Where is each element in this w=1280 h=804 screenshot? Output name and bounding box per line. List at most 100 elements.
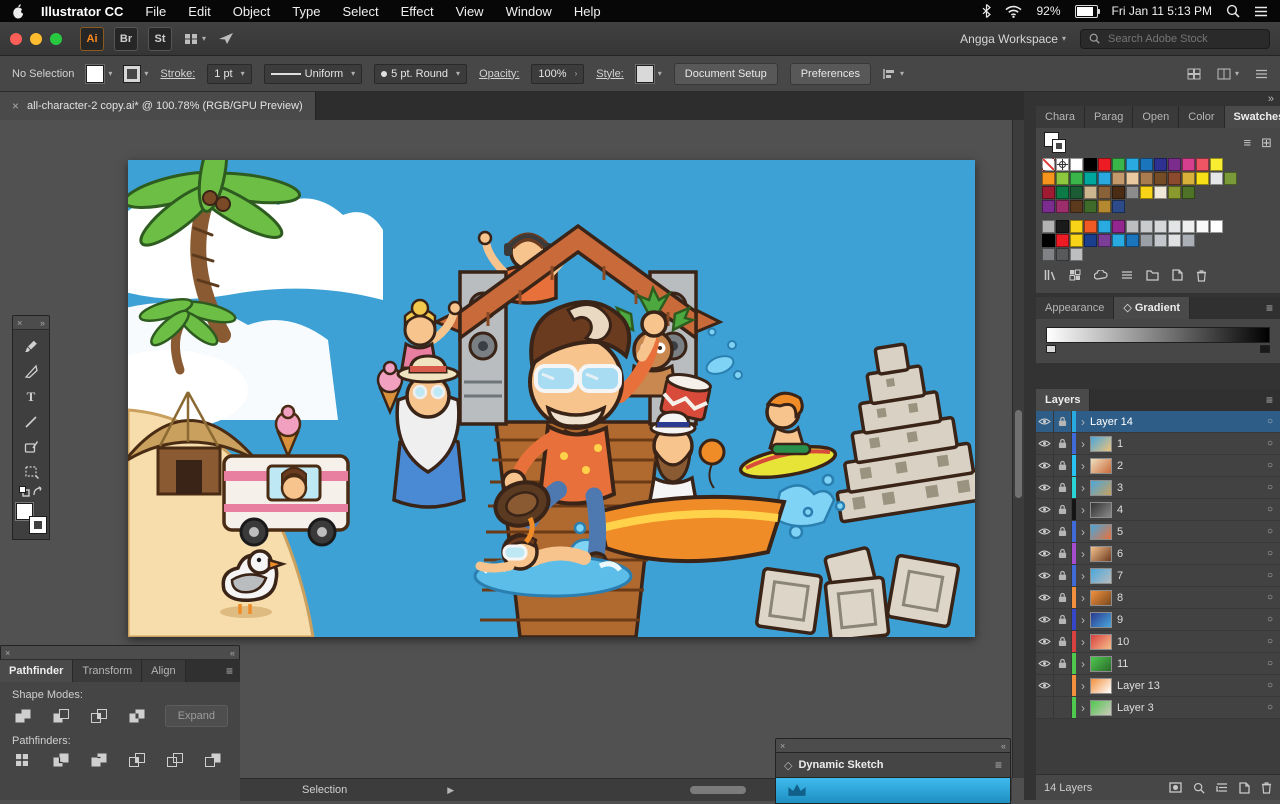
lock-toggle[interactable] (1054, 433, 1072, 454)
tab-pathfinder[interactable]: Pathfinder (0, 660, 74, 682)
tab-gradient[interactable]: ◇ Gradient (1114, 297, 1191, 319)
style-swatch[interactable] (635, 64, 654, 83)
menu-object[interactable]: Object (233, 4, 271, 19)
swatch[interactable] (1126, 172, 1139, 185)
lock-toggle[interactable] (1054, 631, 1072, 652)
swatch[interactable] (1182, 186, 1195, 199)
fill-swatch[interactable] (86, 64, 105, 83)
swatch[interactable] (1056, 186, 1069, 199)
swatch[interactable] (1196, 158, 1209, 171)
layer-name[interactable]: Layer 3 (1117, 702, 1260, 714)
swatch[interactable] (1182, 220, 1195, 233)
disclosure-arrow-icon[interactable]: › (1076, 503, 1090, 517)
gradient-stop-end[interactable] (1260, 345, 1270, 353)
layer-row[interactable]: › Layer 3 ○ (1036, 697, 1280, 719)
swatch[interactable] (1112, 158, 1125, 171)
swatch[interactable] (1126, 186, 1139, 199)
tab-open[interactable]: Open (1133, 106, 1180, 128)
horizontal-scrollbar-thumb[interactable] (690, 786, 746, 794)
target-circle-icon[interactable]: ○ (1260, 438, 1280, 449)
fill-stroke-widget[interactable] (16, 503, 46, 533)
visibility-toggle[interactable] (1036, 455, 1054, 476)
arrange-documents-icon[interactable]: ▾ (184, 33, 206, 45)
swatch-registration[interactable] (1056, 158, 1069, 171)
layer-row[interactable]: › 2 ○ (1036, 455, 1280, 477)
stock-button[interactable]: St (148, 26, 172, 51)
swatch[interactable] (1070, 172, 1083, 185)
stock-search-input[interactable] (1106, 31, 1250, 46)
lock-toggle[interactable] (1054, 653, 1072, 674)
document-tab[interactable]: × all-character-2 copy.ai* @ 100.78% (RG… (0, 92, 316, 120)
style-panel-link[interactable]: Style: (596, 68, 624, 80)
disclosure-arrow-icon[interactable]: › (1076, 635, 1090, 649)
swatch[interactable] (1140, 172, 1153, 185)
target-circle-icon[interactable]: ○ (1260, 614, 1280, 625)
swatch[interactable] (1210, 158, 1223, 171)
swatch[interactable] (1154, 158, 1167, 171)
swatch[interactable] (1182, 234, 1195, 247)
layer-row[interactable]: › Layer 13 ○ (1036, 675, 1280, 697)
menu-select[interactable]: Select (342, 4, 378, 19)
locate-object-icon[interactable] (1193, 782, 1205, 794)
brush-definition-dropdown[interactable]: 5 pt. Round ▾ (374, 63, 468, 84)
close-panel-icon[interactable]: × (17, 318, 22, 328)
lock-toggle[interactable] (1054, 455, 1072, 476)
target-circle-icon[interactable]: ○ (1260, 504, 1280, 515)
collapse-panel-icon[interactable]: « (1001, 741, 1006, 751)
pathfinder-minus-back[interactable] (202, 751, 224, 769)
swatch-options-icon[interactable] (1121, 270, 1133, 280)
tab-chara[interactable]: Chara (1036, 106, 1085, 128)
lock-toggle[interactable] (1054, 609, 1072, 630)
gpu-performance-icon[interactable] (218, 32, 234, 45)
swatch[interactable] (1056, 200, 1069, 213)
swatch[interactable] (1182, 172, 1195, 185)
stroke-color-control[interactable]: ▾ (124, 65, 148, 82)
layer-row[interactable]: › 8 ○ (1036, 587, 1280, 609)
align-dropdown[interactable]: ▾ (883, 68, 904, 80)
layer-row[interactable]: › 5 ○ (1036, 521, 1280, 543)
disclosure-arrow-icon[interactable]: › (1076, 591, 1090, 605)
tab-align[interactable]: Align (142, 660, 186, 682)
visibility-toggle[interactable] (1036, 477, 1054, 498)
layer-thumbnail[interactable] (1090, 655, 1112, 672)
lock-toggle[interactable] (1054, 411, 1072, 432)
shaper-tool[interactable] (13, 434, 49, 459)
gradient-preview-bar[interactable] (1046, 327, 1270, 343)
tab-swatches[interactable]: Swatches (1224, 106, 1280, 128)
layer-thumbnail[interactable] (1090, 567, 1112, 584)
swatch[interactable] (1070, 200, 1083, 213)
target-circle-icon[interactable]: ○ (1260, 548, 1280, 559)
adobe-stock-search[interactable] (1080, 28, 1270, 49)
layer-thumbnail[interactable] (1090, 589, 1112, 606)
transform-tool[interactable] (13, 459, 49, 484)
disclosure-arrow-icon[interactable]: › (1076, 547, 1090, 561)
pathfinder-outline[interactable] (164, 751, 186, 769)
swatch[interactable] (1154, 186, 1167, 199)
bridge-button[interactable]: Br (114, 26, 138, 51)
target-circle-icon[interactable]: ○ (1260, 680, 1280, 691)
layer-name[interactable]: 2 (1117, 460, 1260, 472)
bluetooth-icon[interactable] (982, 4, 992, 18)
fill-color-control[interactable]: ▾ (86, 64, 112, 83)
collapse-panel-icon[interactable]: « (230, 648, 235, 658)
dynamic-sketch-preview[interactable] (775, 778, 1011, 804)
swatch[interactable] (1084, 172, 1097, 185)
target-circle-icon[interactable]: ○ (1260, 702, 1280, 713)
layer-row[interactable]: › 11 ○ (1036, 653, 1280, 675)
menu-help[interactable]: Help (574, 4, 601, 19)
swatch[interactable] (1056, 172, 1069, 185)
swatch[interactable] (1126, 234, 1139, 247)
swatch[interactable] (1042, 172, 1055, 185)
stroke-weight-field[interactable]: 1 pt ▾ (207, 63, 252, 84)
tab-layers[interactable]: Layers (1036, 389, 1091, 411)
swatch[interactable] (1140, 186, 1153, 199)
swatch-none[interactable] (1042, 158, 1055, 171)
swatch[interactable] (1084, 186, 1097, 199)
document-setup-button[interactable]: Document Setup (673, 62, 778, 85)
layer-thumbnail[interactable] (1090, 501, 1112, 518)
active-tool-label[interactable]: Selection (302, 784, 347, 796)
layer-name[interactable]: 11 (1117, 658, 1260, 670)
lock-toggle[interactable] (1054, 499, 1072, 520)
new-color-group-icon[interactable] (1146, 269, 1159, 281)
gradient-stop-start[interactable] (1046, 345, 1056, 353)
